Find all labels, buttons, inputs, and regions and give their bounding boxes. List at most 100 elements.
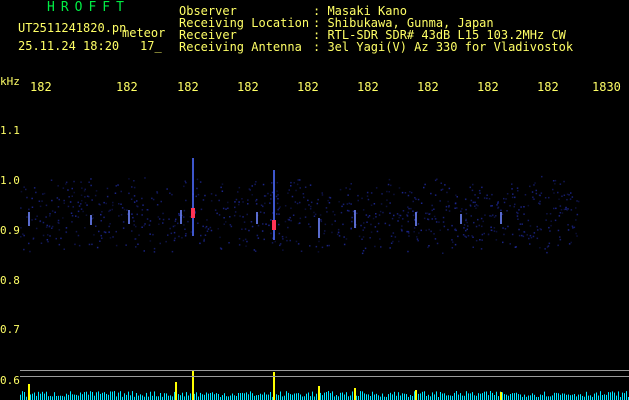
noise-speckle: [250, 221, 253, 223]
spectrum-bin: [440, 392, 441, 400]
noise-speckle: [337, 228, 340, 231]
noise-speckle: [38, 200, 41, 202]
noise-speckle: [184, 228, 186, 230]
spectrum-bin: [430, 396, 431, 400]
spectrum-bin: [148, 396, 149, 400]
noise-speckle: [162, 212, 164, 215]
spectrum-bin: [212, 392, 213, 400]
spectrum-bin: [62, 395, 63, 400]
noise-speckle: [343, 236, 345, 238]
noise-speckle: [519, 223, 522, 225]
spectrum-bin: [542, 395, 543, 400]
noise-speckle: [452, 241, 454, 243]
noise-speckle: [90, 178, 92, 180]
noise-speckle: [165, 240, 167, 243]
noise-speckle: [448, 187, 451, 190]
noise-speckle: [274, 240, 276, 243]
noise-speckle: [77, 234, 80, 237]
spectrum-bin: [528, 395, 529, 400]
noise-speckle: [313, 211, 315, 214]
spectrum-bin: [454, 392, 455, 400]
noise-speckle: [223, 223, 225, 225]
noise-speckle: [398, 240, 400, 243]
noise-speckle: [362, 229, 364, 231]
noise-speckle: [382, 211, 384, 214]
noise-speckle: [464, 235, 466, 237]
noise-speckle: [146, 218, 149, 220]
noise-speckle: [50, 179, 53, 181]
meteor-echo: [28, 212, 30, 226]
noise-speckle: [469, 204, 472, 206]
spectrum-bin: [368, 394, 369, 400]
noise-speckle: [467, 235, 470, 237]
noise-speckle: [173, 239, 176, 242]
spectrum-bin: [178, 394, 179, 400]
noise-speckle: [532, 196, 534, 198]
spectrum-bin: [182, 392, 183, 400]
noise-speckle: [216, 212, 218, 215]
noise-speckle: [257, 237, 260, 239]
station-info-labels: Observer Receiving Location Receiver Rec…: [179, 5, 309, 53]
noise-speckle: [152, 233, 154, 236]
noise-speckle: [233, 214, 236, 217]
spectrum-bin: [566, 394, 567, 400]
noise-speckle: [429, 213, 431, 215]
noise-speckle: [516, 187, 519, 189]
noise-speckle: [238, 238, 241, 240]
noise-speckle: [92, 213, 94, 216]
noise-speckle: [267, 192, 269, 195]
noise-speckle: [539, 200, 541, 203]
noise-speckle: [460, 210, 462, 213]
spectrum-bin: [218, 394, 219, 400]
spectrum-bin: [96, 392, 97, 400]
spectrum-bin: [480, 393, 481, 400]
spectrum-bin: [300, 394, 301, 400]
noise-speckle: [73, 180, 75, 183]
noise-speckle: [338, 231, 340, 234]
noise-speckle: [202, 225, 204, 228]
noise-speckle: [397, 220, 399, 222]
noise-speckle: [103, 231, 106, 233]
noise-speckle: [183, 216, 185, 218]
noise-speckle: [223, 217, 225, 219]
noise-speckle: [123, 208, 126, 211]
spectrum-bin: [52, 396, 53, 400]
noise-speckle: [178, 213, 180, 215]
x-tick-label: 182: [477, 80, 499, 94]
noise-speckle: [475, 207, 477, 209]
noise-speckle: [278, 223, 280, 226]
noise-speckle: [262, 205, 264, 208]
noise-speckle: [514, 246, 517, 248]
noise-speckle: [152, 198, 155, 201]
noise-speckle: [251, 194, 253, 196]
noise-speckle: [548, 242, 551, 245]
noise-speckle: [470, 199, 473, 202]
noise-speckle: [361, 238, 363, 240]
noise-speckle: [69, 201, 72, 203]
spectrum-bin: [196, 392, 197, 400]
noise-speckle: [135, 246, 137, 248]
noise-speckle: [454, 227, 457, 230]
spectrum-bin: [524, 394, 525, 400]
noise-speckle: [74, 243, 76, 246]
spectrum-bin: [418, 393, 419, 400]
noise-speckle: [219, 236, 221, 239]
spectrum-bin: [262, 394, 263, 400]
spectrum-bin: [332, 391, 333, 400]
noise-speckle: [249, 189, 251, 191]
noise-speckle: [115, 230, 117, 233]
noise-speckle: [117, 184, 119, 186]
spectrum-bin: [132, 391, 133, 400]
noise-speckle: [23, 186, 25, 188]
noise-speckle: [334, 214, 336, 216]
noise-speckle: [309, 208, 312, 210]
noise-speckle: [277, 208, 279, 211]
noise-speckle: [134, 238, 136, 240]
noise-speckle: [346, 209, 349, 212]
spectrum-bin: [114, 391, 115, 400]
noise-speckle: [130, 198, 133, 200]
noise-speckle: [448, 210, 451, 212]
noise-speckle: [210, 193, 213, 195]
noise-speckle: [348, 210, 350, 212]
noise-speckle: [270, 198, 272, 200]
